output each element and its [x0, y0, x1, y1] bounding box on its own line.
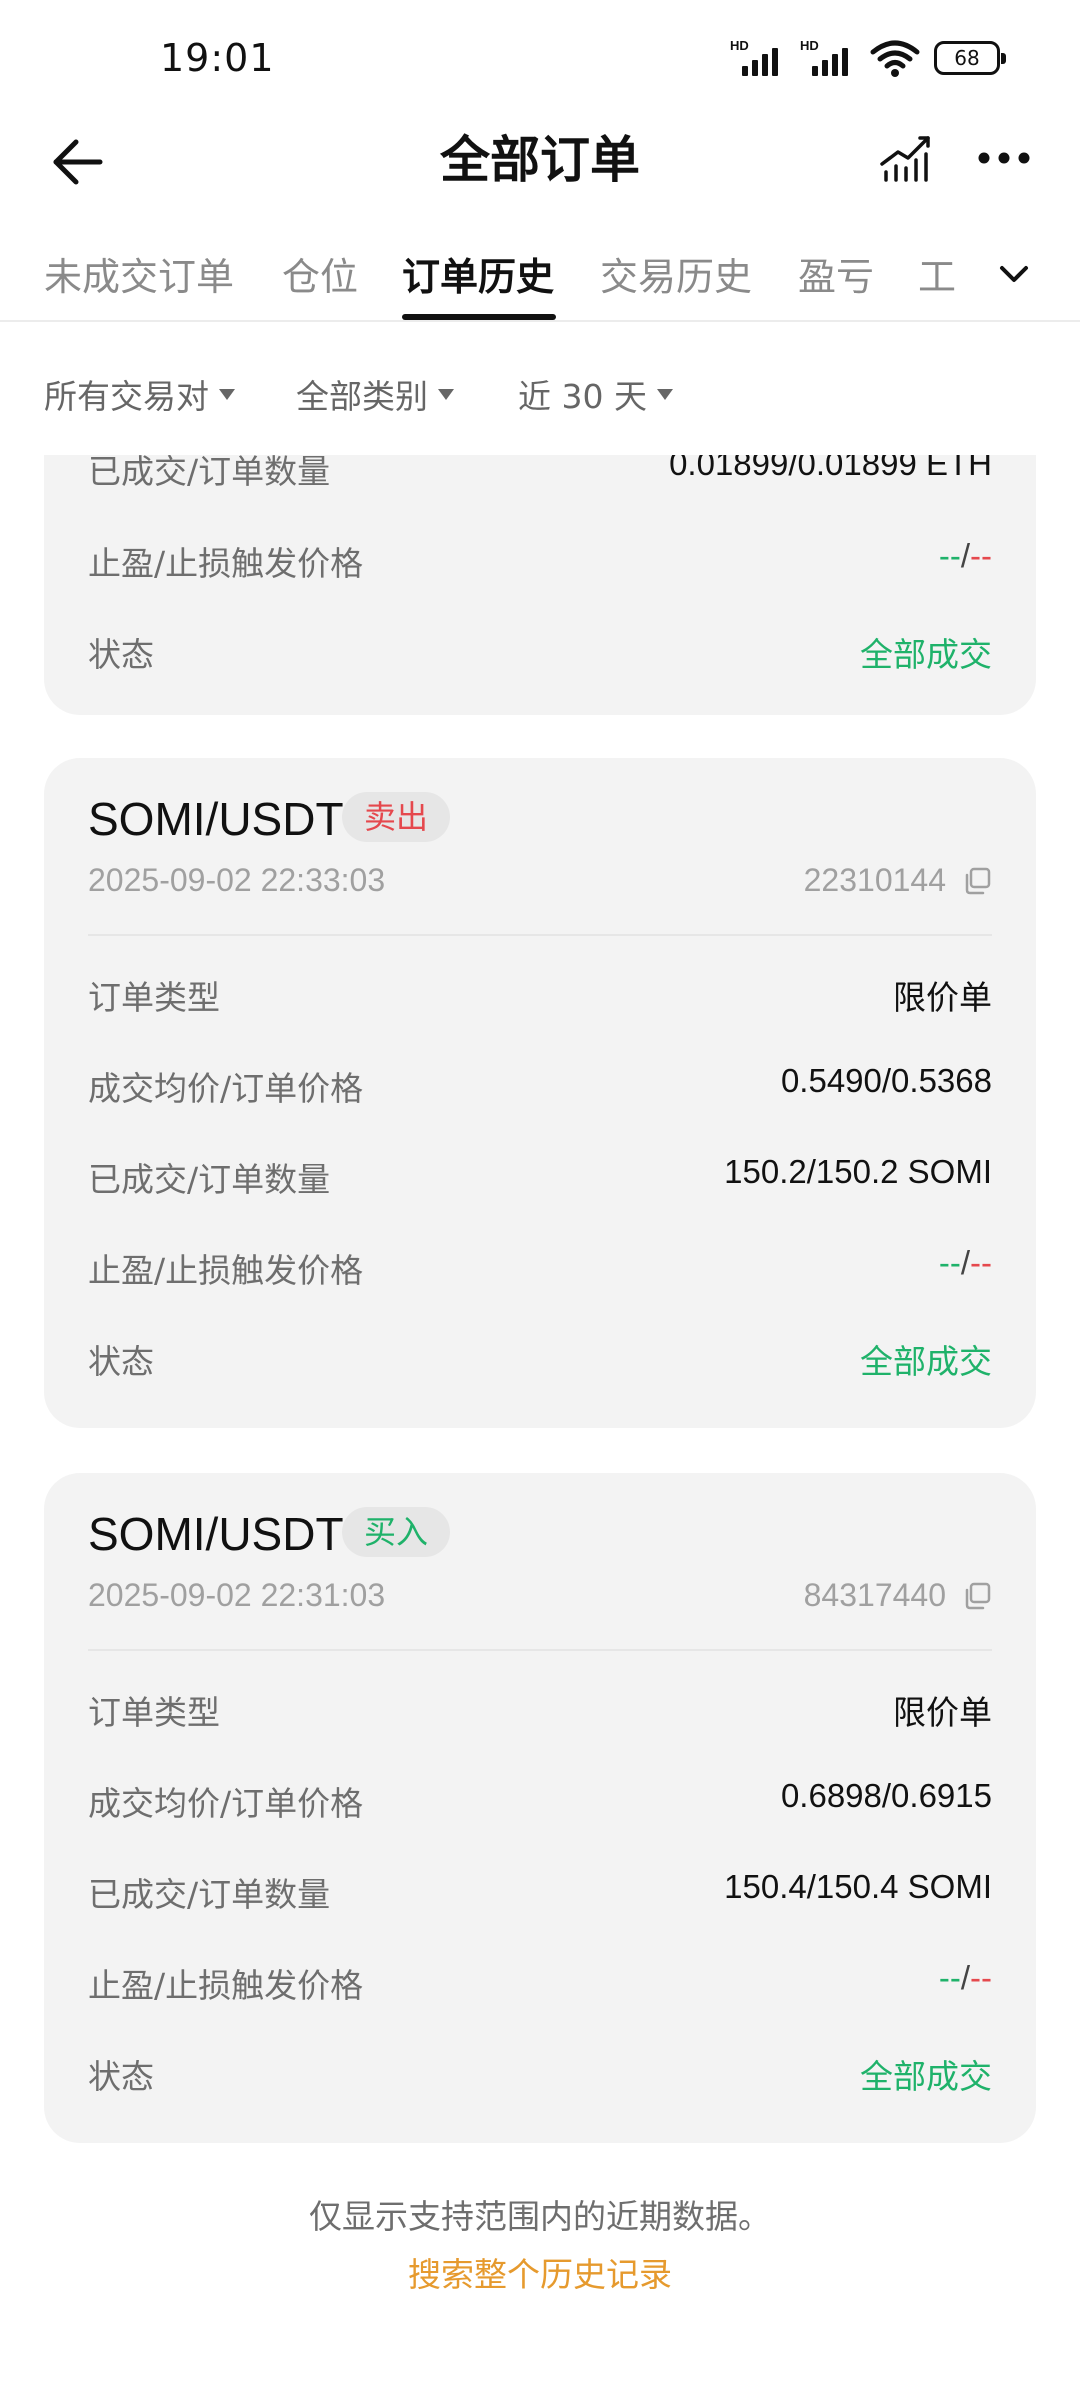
copy-icon[interactable]	[962, 866, 992, 896]
order-pair: SOMI/USDT	[88, 793, 344, 845]
filled-qty-label: 已成交/订单数量	[88, 1875, 331, 1914]
status-icons: HD HD 68	[730, 38, 1006, 78]
copy-icon[interactable]	[962, 1581, 992, 1611]
filled-qty-value: 150.2/150.2 SOMI	[724, 1153, 992, 1190]
tp-sl-value: --/--	[939, 537, 992, 575]
filled-qty-row: 已成交/订单数量 150.2/150.2 SOMI	[88, 1153, 992, 1203]
order-type-label: 订单类型	[88, 1693, 220, 1732]
order-card: SOMI/USDT 卖出 2025-09-02 22:33:03 2231014…	[44, 758, 1036, 1428]
tp-sl-label: 止盈/止损触发价格	[88, 544, 364, 583]
battery-level: 68	[954, 46, 980, 70]
tab-pnl[interactable]: 盈亏	[798, 246, 874, 301]
divider	[88, 934, 992, 936]
chart-icon[interactable]	[876, 128, 936, 188]
filter-bar: 所有交易对 全部类别 近 30 天	[0, 360, 1080, 426]
filter-category-label: 全部类别	[296, 377, 428, 416]
tp-sl-separator: /	[960, 537, 971, 574]
divider	[88, 1649, 992, 1651]
status-row: 状态 全部成交	[88, 628, 992, 678]
sl-value: --	[970, 1959, 992, 1996]
tab-bar: 未成交订单 仓位 订单历史 交易历史 盈亏 工	[0, 230, 1080, 322]
tp-sl-value: --/--	[939, 1244, 992, 1282]
battery-icon: 68	[934, 41, 1006, 75]
order-time: 2025-09-02 22:33:03	[88, 862, 386, 898]
filled-qty-row: 已成交/订单数量 0.01899/0.01899 ETH	[88, 455, 992, 495]
status-value: 全部成交	[860, 1342, 992, 1381]
tp-sl-separator: /	[960, 1244, 971, 1281]
avg-price-label: 成交均价/订单价格	[88, 1784, 364, 1823]
footer-note: 仅显示支持范围内的近期数据。	[309, 2197, 771, 2236]
order-pair: SOMI/USDT	[88, 1508, 344, 1560]
wifi-icon	[870, 40, 920, 77]
tp-value: --	[938, 1244, 961, 1281]
order-id: 22310144	[803, 862, 946, 898]
tp-sl-row: 止盈/止损触发价格 --/--	[88, 1959, 992, 2009]
order-card: SOMI/USDT 买入 2025-09-02 22:31:03 8431744…	[44, 1473, 1036, 2143]
status-value: 全部成交	[860, 2057, 992, 2096]
status-time: 19:01	[160, 36, 275, 80]
caret-down-icon	[656, 388, 673, 400]
tab-active-indicator	[402, 314, 556, 320]
filled-qty-label: 已成交/订单数量	[88, 1160, 331, 1199]
tp-sl-row: 止盈/止损触发价格 --/--	[88, 1244, 992, 1294]
header: 全部订单	[0, 110, 1080, 230]
more-icon[interactable]	[974, 128, 1034, 188]
filled-qty-label: 已成交/订单数量	[88, 455, 331, 491]
order-list[interactable]: 已成交/订单数量 0.01899/0.01899 ETH 止盈/止损触发价格 -…	[0, 455, 1080, 2400]
tab-tools[interactable]: 工	[918, 246, 956, 301]
status-label: 状态	[88, 635, 154, 674]
order-type-value: 限价单	[893, 1694, 992, 1731]
filled-qty-value: 0.01899/0.01899 ETH	[669, 455, 992, 482]
tp-sl-label: 止盈/止损触发价格	[88, 1966, 364, 2005]
signal-icon: HD	[730, 38, 786, 78]
avg-price-row: 成交均价/订单价格 0.5490/0.5368	[88, 1062, 992, 1112]
tab-trade-history[interactable]: 交易历史	[600, 246, 752, 301]
filled-qty-value: 150.4/150.4 SOMI	[724, 1868, 992, 1905]
tp-sl-separator: /	[960, 1959, 971, 1996]
tab-positions[interactable]: 仓位	[282, 246, 358, 301]
status-row: 状态 全部成交	[88, 1335, 992, 1385]
sl-value: --	[970, 537, 992, 574]
order-type-row: 订单类型 限价单	[88, 1686, 992, 1736]
order-card: 已成交/订单数量 0.01899/0.01899 ETH 止盈/止损触发价格 -…	[44, 455, 1036, 715]
filter-category[interactable]: 全部类别	[296, 370, 454, 418]
tab-open-orders[interactable]: 未成交订单	[44, 246, 234, 301]
order-type-label: 订单类型	[88, 978, 220, 1017]
chevron-down-icon[interactable]	[994, 254, 1034, 294]
filter-pair[interactable]: 所有交易对	[44, 370, 235, 418]
signal-icon: HD	[800, 38, 856, 78]
avg-price-label: 成交均价/订单价格	[88, 1069, 364, 1108]
side-badge: 买入	[342, 1507, 451, 1557]
caret-down-icon	[219, 388, 235, 400]
order-type-value: 限价单	[893, 979, 992, 1016]
tp-value: --	[938, 537, 961, 574]
status-value: 全部成交	[860, 635, 992, 674]
order-id: 84317440	[803, 1577, 946, 1613]
status-label: 状态	[88, 2057, 154, 2096]
order-type-row: 订单类型 限价单	[88, 971, 992, 1021]
order-time: 2025-09-02 22:31:03	[88, 1577, 386, 1613]
filter-period-label: 近 30 天	[518, 377, 647, 416]
sl-value: --	[970, 1244, 992, 1281]
tp-sl-value: --/--	[939, 1959, 992, 1997]
avg-price-value: 0.5490/0.5368	[780, 1062, 992, 1099]
status-row: 状态 全部成交	[88, 2050, 992, 2100]
caret-down-icon	[438, 388, 454, 400]
status-label: 状态	[88, 1342, 154, 1381]
filled-qty-row: 已成交/订单数量 150.4/150.4 SOMI	[88, 1868, 992, 1918]
status-bar: 19:01 HD HD 68	[0, 0, 1080, 120]
tab-order-history[interactable]: 订单历史	[402, 246, 554, 301]
tp-sl-row: 止盈/止损触发价格 --/--	[88, 537, 992, 587]
tp-sl-label: 止盈/止损触发价格	[88, 1251, 364, 1290]
filter-pair-label: 所有交易对	[44, 377, 209, 416]
avg-price-value: 0.6898/0.6915	[780, 1777, 992, 1814]
search-full-history-link[interactable]: 搜索整个历史记录	[0, 2248, 1080, 2296]
tp-value: --	[938, 1959, 961, 1996]
filter-period[interactable]: 近 30 天	[518, 370, 673, 418]
avg-price-row: 成交均价/订单价格 0.6898/0.6915	[88, 1777, 992, 1827]
side-badge: 卖出	[342, 792, 451, 842]
